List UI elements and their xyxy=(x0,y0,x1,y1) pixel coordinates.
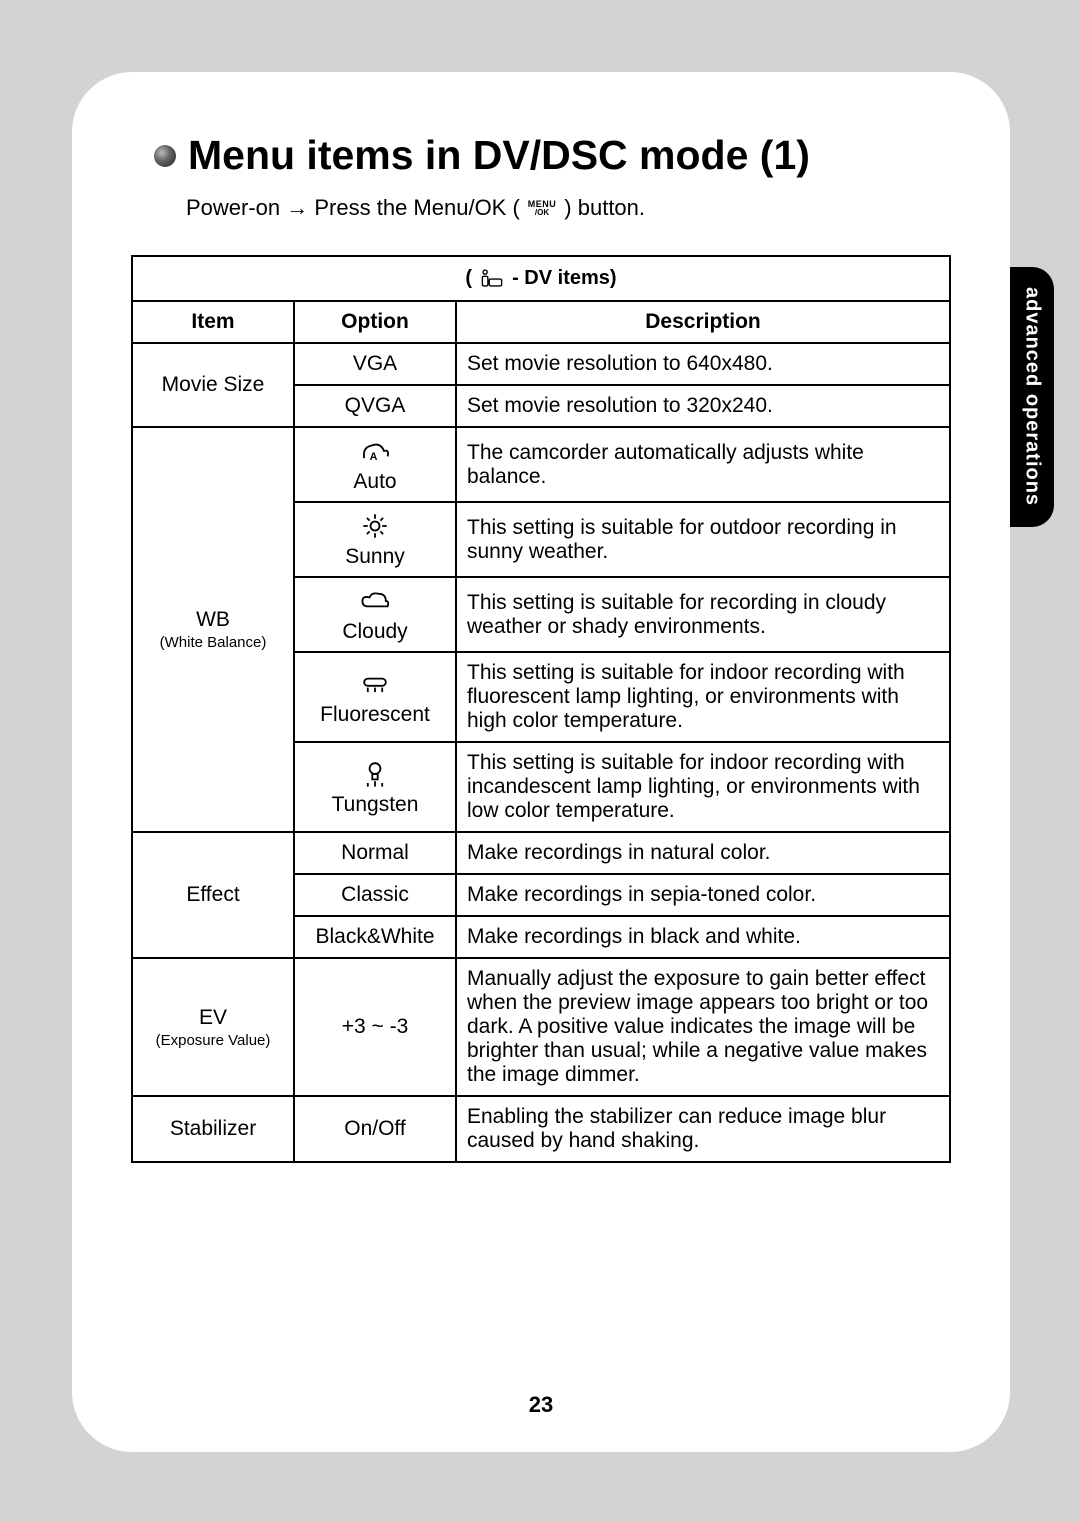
camcorder-icon xyxy=(478,268,506,290)
sun-icon xyxy=(357,511,393,541)
item-stabilizer: Stabilizer xyxy=(132,1096,294,1162)
desc-tungsten: This setting is suitable for indoor reco… xyxy=(456,742,950,832)
instruction-pre: Power-on → Press the Menu/OK ( xyxy=(186,195,520,221)
desc-classic: Make recordings in sepia-toned color. xyxy=(456,874,950,916)
fluorescent-icon xyxy=(357,669,393,699)
item-wb: WB (White Balance) xyxy=(132,427,294,832)
option-vga: VGA xyxy=(294,343,456,385)
page-title: Menu items in DV/DSC mode (1) xyxy=(154,132,956,179)
option-ev: +3 ~ -3 xyxy=(294,958,456,1096)
desc-vga: Set movie resolution to 640x480. xyxy=(456,343,950,385)
option-auto: A Auto xyxy=(294,427,456,502)
option-qvga: QVGA xyxy=(294,385,456,427)
tungsten-icon xyxy=(357,759,393,789)
page-number: 23 xyxy=(72,1392,1010,1418)
option-normal: Normal xyxy=(294,832,456,874)
side-tab: advanced operations xyxy=(1010,267,1054,527)
desc-ev: Manually adjust the exposure to gain bet… xyxy=(456,958,950,1096)
svg-text:A: A xyxy=(370,451,378,463)
col-option: Option xyxy=(294,301,456,343)
desc-fluorescent: This setting is suitable for indoor reco… xyxy=(456,652,950,742)
wb-auto-icon: A xyxy=(357,436,393,466)
desc-normal: Make recordings in natural color. xyxy=(456,832,950,874)
page: advanced operations Menu items in DV/DSC… xyxy=(0,0,1080,1522)
option-bw: Black&White xyxy=(294,916,456,958)
option-fluorescent: Fluorescent xyxy=(294,652,456,742)
table-row: EV (Exposure Value) +3 ~ -3 Manually adj… xyxy=(132,958,950,1096)
table-row: Movie Size VGA Set movie resolution to 6… xyxy=(132,343,950,385)
paper: advanced operations Menu items in DV/DSC… xyxy=(72,72,1010,1452)
item-effect: Effect xyxy=(132,832,294,958)
instruction-line: Power-on → Press the Menu/OK ( MENU/OK )… xyxy=(186,195,956,221)
option-sunny: Sunny xyxy=(294,502,456,577)
table-row: WB (White Balance) A Auto The camcorder … xyxy=(132,427,950,502)
option-tungsten: Tungsten xyxy=(294,742,456,832)
desc-auto: The camcorder automatically adjusts whit… xyxy=(456,427,950,502)
table-row: Effect Normal Make recordings in natural… xyxy=(132,832,950,874)
menu-ok-icon: MENU/OK xyxy=(526,200,559,217)
title-text: Menu items in DV/DSC mode (1) xyxy=(188,132,810,179)
col-description: Description xyxy=(456,301,950,343)
item-movie-size: Movie Size xyxy=(132,343,294,427)
option-stabilizer: On/Off xyxy=(294,1096,456,1162)
instruction-post: ) button. xyxy=(564,195,645,221)
table-caption: ( - DV items) xyxy=(132,256,950,301)
desc-qvga: Set movie resolution to 320x240. xyxy=(456,385,950,427)
desc-sunny: This setting is suitable for outdoor rec… xyxy=(456,502,950,577)
col-item: Item xyxy=(132,301,294,343)
table-row: Stabilizer On/Off Enabling the stabilize… xyxy=(132,1096,950,1162)
desc-cloudy: This setting is suitable for recording i… xyxy=(456,577,950,652)
desc-bw: Make recordings in black and white. xyxy=(456,916,950,958)
side-tab-label: advanced operations xyxy=(1021,287,1044,506)
cloud-icon xyxy=(357,586,393,616)
item-ev: EV (Exposure Value) xyxy=(132,958,294,1096)
option-cloudy: Cloudy xyxy=(294,577,456,652)
desc-stabilizer: Enabling the stabilizer can reduce image… xyxy=(456,1096,950,1162)
dv-items-table: ( - DV items) Item Option xyxy=(131,255,951,1163)
title-bullet-icon xyxy=(154,145,176,167)
option-classic: Classic xyxy=(294,874,456,916)
